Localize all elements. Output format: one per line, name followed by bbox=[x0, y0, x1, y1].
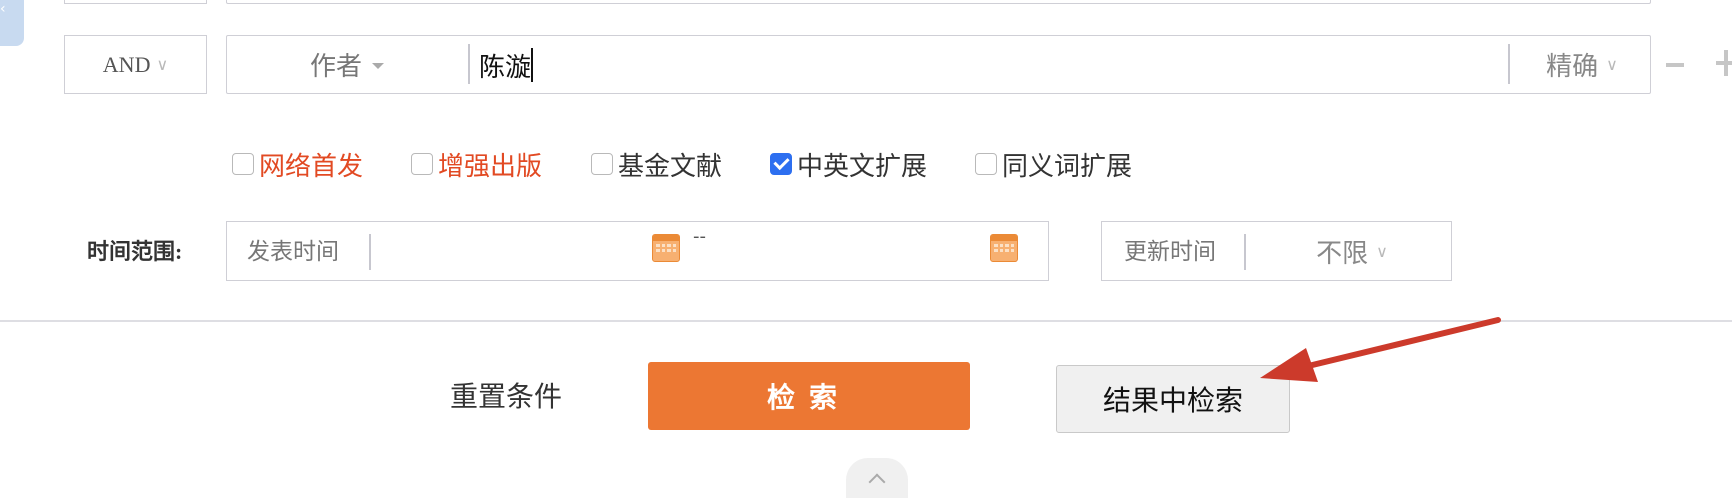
logic-operator-select[interactable]: AND ∨ bbox=[64, 35, 207, 94]
caret-down-icon bbox=[372, 63, 384, 69]
calendar-icon[interactable] bbox=[652, 234, 680, 262]
checkbox[interactable] bbox=[232, 153, 254, 175]
option-fund-literature[interactable]: 基金文献 bbox=[591, 144, 722, 184]
chevron-down-icon: ∨ bbox=[1606, 54, 1618, 74]
time-type-label[interactable]: 发表时间 bbox=[247, 232, 339, 272]
logic-operator-value: AND bbox=[102, 51, 151, 77]
match-mode-select[interactable]: 精确 ∨ bbox=[1517, 36, 1647, 92]
option-label: 网络首发 bbox=[259, 151, 364, 182]
chevron-up-icon bbox=[868, 473, 886, 491]
calendar-icon[interactable] bbox=[990, 234, 1018, 262]
search-within-results-button[interactable]: 结果中检索 bbox=[1056, 365, 1290, 433]
add-row-button-vertical[interactable] bbox=[1724, 50, 1728, 76]
remove-row-button[interactable] bbox=[1666, 63, 1684, 67]
checkbox[interactable] bbox=[591, 153, 613, 175]
option-label: 增强出版 bbox=[438, 151, 543, 182]
end-date-input[interactable] bbox=[717, 232, 987, 268]
field-divider bbox=[468, 44, 470, 84]
chevron-down-icon: ∨ bbox=[1376, 241, 1388, 261]
search-button[interactable]: 检索 bbox=[648, 362, 970, 430]
option-enhanced-publishing[interactable]: 增强出版 bbox=[411, 144, 542, 184]
search-condition-row: 作者 精确 ∨ bbox=[226, 35, 1729, 94]
annotation-arrow-icon bbox=[1260, 317, 1501, 382]
checkbox[interactable] bbox=[975, 153, 997, 175]
time-divider bbox=[369, 234, 371, 270]
start-date-input[interactable] bbox=[377, 232, 647, 268]
option-online-first[interactable]: 网络首发 bbox=[232, 144, 363, 184]
field-select[interactable]: 作者 bbox=[227, 36, 467, 92]
option-label: 同义词扩展 bbox=[1002, 151, 1133, 182]
collapse-handle[interactable] bbox=[846, 458, 908, 498]
chevron-down-icon: ∨ bbox=[156, 56, 169, 74]
date-separator: -- bbox=[693, 226, 706, 247]
match-divider bbox=[1508, 44, 1510, 84]
checkbox-checked[interactable] bbox=[770, 153, 792, 175]
option-cn-en-expansion[interactable]: 中英文扩展 bbox=[770, 144, 927, 184]
reset-conditions-button[interactable]: 重置条件 bbox=[450, 376, 562, 420]
previous-search-row[interactable] bbox=[226, 0, 1651, 4]
update-divider bbox=[1244, 234, 1246, 270]
update-time-select[interactable]: 不限 ∨ bbox=[1252, 222, 1452, 280]
option-label: 基金文献 bbox=[618, 151, 723, 182]
match-mode-value: 精确 bbox=[1546, 51, 1599, 82]
update-time-value: 不限 bbox=[1316, 238, 1369, 269]
previous-logic-select[interactable] bbox=[64, 0, 207, 4]
text-cursor bbox=[531, 48, 533, 82]
field-select-value: 作者 bbox=[309, 51, 362, 82]
option-synonym-expansion[interactable]: 同义词扩展 bbox=[975, 144, 1132, 184]
checkbox[interactable] bbox=[411, 153, 433, 175]
update-time-label: 更新时间 bbox=[1124, 239, 1216, 265]
time-range-label: 时间范围: bbox=[87, 239, 183, 264]
option-label: 中英文扩展 bbox=[797, 151, 928, 182]
update-time-filter: 更新时间 不限 ∨ bbox=[1101, 221, 1452, 281]
publish-time-range: 发表时间 -- bbox=[226, 221, 1049, 281]
chevron-left-icon[interactable]: ‹ bbox=[0, 2, 14, 16]
